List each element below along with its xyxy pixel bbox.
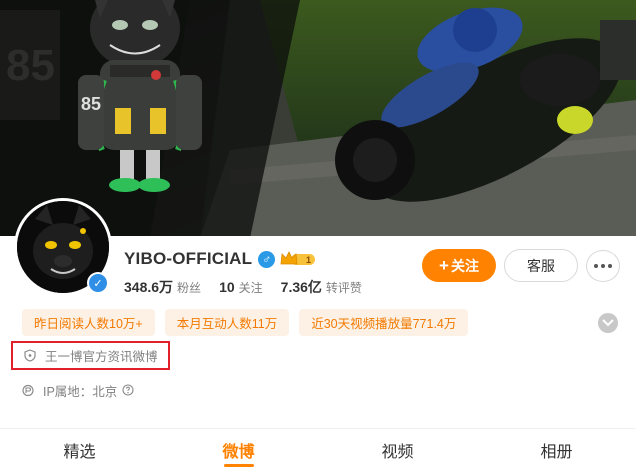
plus-icon: + (439, 255, 449, 275)
stat-engagements[interactable]: 7.36亿 转评赞 (281, 277, 362, 297)
description-text: 王一博官方资讯微博 (45, 350, 158, 364)
customer-service-label: 客服 (527, 257, 555, 274)
chevron-down-icon[interactable] (598, 313, 618, 333)
stat-followers[interactable]: 348.6万 粉丝 (124, 277, 201, 297)
stat-value: 10 (219, 279, 235, 295)
ip-location-row: IP属地：北京 (22, 381, 134, 399)
cover-jersey-number: 85 (6, 41, 55, 90)
tag-interactions[interactable]: 本月互动人数11万 (164, 309, 290, 336)
character-jersey-number: 85 (81, 94, 101, 114)
profile-stats: 348.6万 粉丝 10 关注 7.36亿 转评赞 (124, 277, 380, 297)
tab-videos[interactable]: 视频 (318, 429, 477, 470)
more-options-button[interactable] (586, 250, 620, 282)
stat-value: 348.6万 (124, 279, 174, 295)
tab-weibo[interactable]: 微博 (159, 429, 318, 470)
question-circle-icon[interactable] (122, 384, 134, 396)
stat-following[interactable]: 10 关注 (219, 279, 263, 296)
profile-tabs: 精选 微博 视频 相册 (0, 429, 636, 470)
shield-icon (24, 349, 36, 362)
tab-albums[interactable]: 相册 (477, 429, 636, 470)
location-icon (22, 384, 34, 397)
stat-label: 关注 (238, 281, 263, 295)
stat-label: 粉丝 (177, 281, 202, 295)
cover-banner: 85 85 (0, 0, 636, 238)
follow-button[interactable]: + 关注 (422, 249, 496, 282)
ip-location-text: IP属地：北京 (43, 384, 118, 399)
follow-button-label: 关注 (450, 257, 479, 274)
vip-crown-icon[interactable]: 1 (279, 250, 317, 268)
tag-reads[interactable]: 昨日阅读人数10万+ (22, 309, 155, 336)
profile-name-row: YIBO-OFFICIAL ♂ 1 (124, 248, 317, 270)
customer-service-button[interactable]: 客服 (504, 249, 578, 282)
verified-check-icon: ✓ (89, 274, 107, 292)
more-dots-icon (594, 264, 612, 268)
stat-value: 7.36亿 (280, 279, 322, 295)
stat-label: 转评赞 (325, 281, 362, 295)
stat-tags: 昨日阅读人数10万+ 本月互动人数11万 近30天视频播放量771.4万 (22, 309, 469, 336)
vip-level: 1 (306, 255, 311, 265)
profile-name[interactable]: YIBO-OFFICIAL (124, 249, 252, 269)
tag-video-views[interactable]: 近30天视频播放量771.4万 (299, 309, 469, 336)
tab-featured[interactable]: 精选 (0, 429, 159, 470)
profile-description: 王一博官方资讯微博 (11, 341, 170, 370)
gender-male-icon: ♂ (258, 250, 276, 268)
cover-image: 85 85 (0, 0, 636, 238)
verified-badge: ✓ (87, 272, 109, 294)
